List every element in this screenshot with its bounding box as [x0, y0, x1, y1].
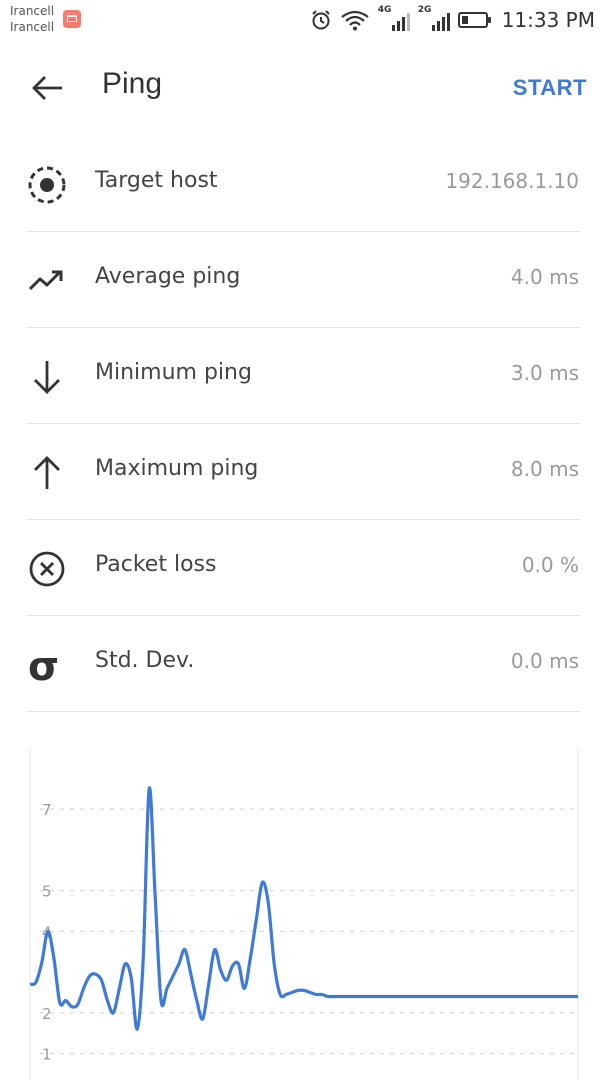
alarm-icon — [311, 10, 330, 30]
stat-row-minimum-ping: Minimum ping 3.0 ms — [0, 328, 607, 424]
stat-value: 3.0 ms — [510, 361, 579, 385]
battery-icon — [457, 12, 491, 28]
target-icon — [28, 166, 66, 204]
stat-value: 0.0 % — [521, 553, 579, 577]
stat-value: 0.0 ms — [510, 649, 579, 673]
svg-text:σ: σ — [28, 644, 59, 686]
chart-y-tick-label: 2 — [42, 1005, 52, 1023]
stat-label: Maximum ping — [95, 456, 259, 481]
chart-y-tick-label: 5 — [42, 883, 52, 901]
mail-icon — [63, 10, 81, 28]
battery-level — [461, 16, 468, 24]
stat-value: 8.0 ms — [510, 457, 579, 481]
sigma-icon: σ — [28, 644, 59, 686]
start-button[interactable]: START — [513, 75, 587, 101]
stat-row-packet-loss: Packet loss 0.0 % — [0, 520, 607, 616]
page-title: Ping — [102, 67, 163, 100]
ping-series-line — [29, 786, 579, 1031]
trending-up-icon — [28, 270, 63, 291]
carrier-2: Irancell — [10, 20, 55, 34]
stat-label: Std. Dev. — [95, 648, 195, 673]
back-arrow-icon[interactable] — [28, 70, 68, 106]
status-time: 11:33 PM — [501, 8, 595, 32]
stat-value: 192.168.1.10 — [445, 169, 579, 193]
carrier-1: Irancell — [10, 4, 55, 18]
ping-line-chart: 12457 — [29, 748, 579, 1080]
stat-label: Packet loss — [95, 552, 217, 577]
app-bar: Ping START — [0, 58, 607, 118]
stat-row-maximum-ping: Maximum ping 8.0 ms — [0, 424, 607, 520]
stat-label: Target host — [95, 168, 218, 193]
signal-icon-2: 2G — [418, 5, 450, 31]
network-type-1: 4G — [377, 5, 392, 15]
status-icons: 4G 2G 11:33 PM — [310, 5, 595, 34]
chart-y-tick-label: 1 — [42, 1046, 52, 1064]
carrier-names: Irancell Irancell — [10, 3, 54, 35]
arrow-down-icon — [34, 361, 60, 394]
stat-label: Average ping — [95, 264, 241, 289]
cancel-circle-icon — [29, 551, 65, 587]
stat-value: 4.0 ms — [510, 265, 579, 289]
arrow-up-icon — [34, 456, 60, 489]
stat-label: Minimum ping — [95, 360, 252, 385]
wifi-icon — [341, 10, 369, 31]
chart-y-tick-label: 7 — [42, 801, 52, 819]
stats-list: Target host 192.168.1.10 Average ping 4.… — [0, 136, 607, 712]
network-type-2: 2G — [417, 5, 432, 15]
signal-icon: 4G — [378, 5, 410, 31]
stat-row-average-ping: Average ping 4.0 ms — [0, 232, 607, 328]
stat-row-std-dev: σ Std. Dev. 0.0 ms — [0, 616, 607, 712]
status-bar: Irancell Irancell 4G 2G 11:33 PM — [0, 0, 607, 40]
stat-row-target-host: Target host 192.168.1.10 — [0, 136, 607, 232]
